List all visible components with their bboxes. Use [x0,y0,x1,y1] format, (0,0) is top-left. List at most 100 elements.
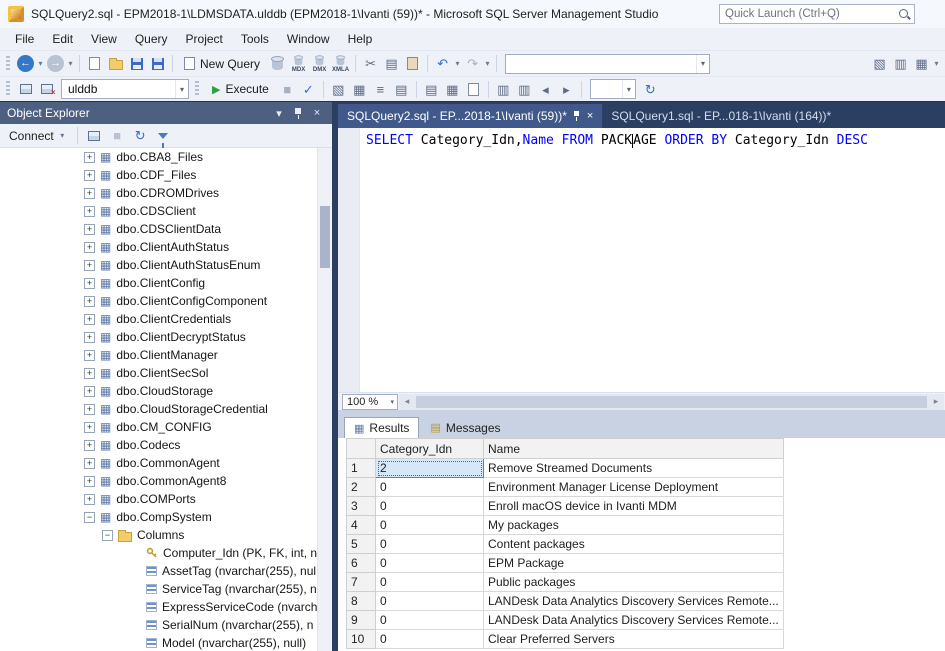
expand-plus-icon[interactable]: + [84,476,95,487]
scroll-right-icon[interactable]: ▸ [928,396,944,407]
expand-plus-icon[interactable]: + [84,242,95,253]
row-number[interactable]: 8 [347,592,376,611]
cell-name[interactable]: Public packages [484,573,784,592]
cell-name[interactable]: Enroll macOS device in Ivanti MDM [484,497,784,516]
tree-item-column[interactable]: ServiceTag (nvarchar(255), n [0,580,332,598]
tree-item-table[interactable]: +▦dbo.CloudStorageCredential [0,400,332,418]
filter-icon[interactable] [153,125,174,146]
object-explorer-tree[interactable]: +▦dbo.CBA8_Files +▦dbo.CDF_Files +▦dbo.C… [0,148,332,651]
connect-dropdown-button[interactable]: Connect ▾ [5,127,71,145]
collapse-minus-icon[interactable]: − [84,512,95,523]
expand-plus-icon[interactable]: + [84,278,95,289]
cell-category-idn[interactable]: 0 [376,535,484,554]
properties-window-icon[interactable]: ▥ [890,53,911,74]
menu-query[interactable]: Query [126,28,177,50]
tree-item-table[interactable]: +▦dbo.ClientManager [0,346,332,364]
row-number[interactable]: 1 [347,459,376,478]
tree-item-table[interactable]: +▦dbo.COMPorts [0,490,332,508]
window-position-icon[interactable]: ▾ [271,105,287,121]
live-query-stats-icon[interactable]: ▦ [349,79,370,100]
tree-item-table[interactable]: +▦dbo.ClientConfigComponent [0,292,332,310]
open-file-icon[interactable] [105,53,126,74]
parse-icon[interactable]: ✓ [298,79,319,100]
toolbar-grip[interactable] [6,81,10,97]
row-header-corner[interactable] [347,439,376,459]
tree-item-column[interactable]: AssetTag (nvarchar(255), nul [0,562,332,580]
navigate-forward-icon[interactable]: → [45,53,66,74]
cell-category-idn[interactable]: 0 [376,554,484,573]
expand-plus-icon[interactable]: + [84,206,95,217]
tree-item-table[interactable]: +▦dbo.CDROMDrives [0,184,332,202]
xmla-query-icon[interactable]: XMLA [330,53,351,74]
cell-category-idn[interactable]: 0 [376,630,484,649]
tree-item-table[interactable]: +▦dbo.ClientDecryptStatus [0,328,332,346]
expand-plus-icon[interactable]: + [84,260,95,271]
refresh-icon[interactable]: ↻ [130,125,151,146]
cell-name[interactable]: EPM Package [484,554,784,573]
column-header[interactable]: Category_Idn [376,439,484,459]
object-explorer-header[interactable]: Object Explorer ▾ × [0,102,332,124]
object-explorer-details-icon[interactable]: ▧ [869,53,890,74]
tab-results[interactable]: ▦ Results [344,417,419,438]
cell-category-idn[interactable]: 0 [376,497,484,516]
menu-project[interactable]: Project [177,28,232,50]
row-number[interactable]: 10 [347,630,376,649]
result-row[interactable]: 70Public packages [347,573,784,592]
search-icon[interactable] [897,7,911,21]
tree-item-table[interactable]: +▦dbo.CDSClientData [0,220,332,238]
database-engine-query-icon[interactable] [267,53,288,74]
tree-item-table[interactable]: +▦dbo.ClientConfig [0,274,332,292]
result-row[interactable]: 40My packages [347,516,784,535]
menu-edit[interactable]: Edit [43,28,82,50]
cell-category-idn[interactable]: 0 [376,611,484,630]
paste-icon[interactable] [402,53,423,74]
quick-launch[interactable] [719,4,915,24]
cancel-execute-icon[interactable]: ■ [277,79,298,100]
new-file-icon[interactable] [84,53,105,74]
zoom-dropdown-icon[interactable]: ▾ [390,398,397,406]
connect-icon[interactable] [15,79,36,100]
collapse-minus-icon[interactable]: − [102,530,113,541]
toolbox-icon[interactable]: ▦ [911,53,932,74]
cell-name[interactable]: LANDesk Data Analytics Discovery Service… [484,592,784,611]
uncomment-icon[interactable]: ▥ [514,79,535,100]
cell-name[interactable]: Clear Preferred Servers [484,630,784,649]
redo-dropdown-icon[interactable]: ▾ [483,59,492,68]
cell-name[interactable]: Environment Manager License Deployment [484,478,784,497]
dmx-query-icon[interactable]: DMX [309,53,330,74]
row-number[interactable]: 6 [347,554,376,573]
horizontal-scrollbar[interactable]: ◂ ▸ [399,394,944,410]
mdx-query-icon[interactable]: MDX [288,53,309,74]
expand-plus-icon[interactable]: + [84,494,95,505]
navigate-forward-dropdown-icon[interactable]: ▾ [66,59,75,68]
result-row[interactable]: 100Clear Preferred Servers [347,630,784,649]
menu-help[interactable]: Help [339,28,382,50]
result-row[interactable]: 30Enroll macOS device in Ivanti MDM [347,497,784,516]
tree-item-table[interactable]: −▦dbo.CompSystem [0,508,332,526]
expand-plus-icon[interactable]: + [84,422,95,433]
result-row[interactable]: 80LANDesk Data Analytics Discovery Servi… [347,592,784,611]
column-header[interactable]: Name [484,439,784,459]
cell-name[interactable]: Content packages [484,535,784,554]
database-combo[interactable]: ulddb ▾ [61,79,189,99]
tree-item-columns-folder[interactable]: −Columns [0,526,332,544]
change-connection-icon[interactable]: × [36,79,57,100]
zoom-combo[interactable]: 100 % ▾ [342,394,398,410]
results-to-grid-icon[interactable]: ▦ [442,79,463,100]
tree-item-table[interactable]: +▦dbo.CloudStorage [0,382,332,400]
sql-text[interactable]: SELECT Category_Idn,Name FROM PACKAGE OR… [366,133,868,148]
result-row[interactable]: 60EPM Package [347,554,784,573]
tree-item-column[interactable]: Computer_Idn (PK, FK, int, n [0,544,332,562]
toolbar-options-icon[interactable]: ▾ [932,59,941,68]
tree-item-column[interactable]: SerialNum (nvarchar(255), n [0,616,332,634]
cut-icon[interactable]: ✂ [360,53,381,74]
disconnect-icon[interactable] [84,125,105,146]
cell-category-idn[interactable]: 0 [376,592,484,611]
expand-plus-icon[interactable]: + [84,440,95,451]
expand-plus-icon[interactable]: + [84,170,95,181]
save-icon[interactable] [126,53,147,74]
menu-window[interactable]: Window [278,28,339,50]
menu-view[interactable]: View [82,28,126,50]
expand-plus-icon[interactable]: + [84,386,95,397]
menu-file[interactable]: File [6,28,43,50]
